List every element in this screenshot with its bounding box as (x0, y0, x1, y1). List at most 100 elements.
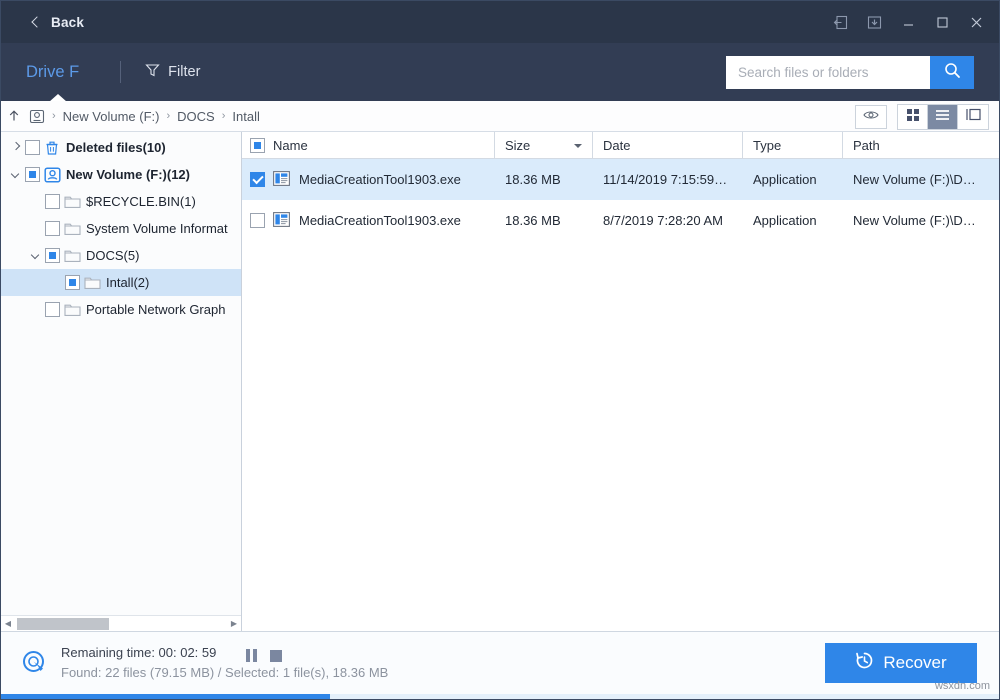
tree-node[interactable]: DOCS(5) (1, 242, 241, 269)
scrollbar-thumb[interactable] (17, 618, 109, 630)
tree-node-label: $RECYCLE.BIN(1) (84, 194, 196, 209)
maximize-icon[interactable] (925, 5, 959, 39)
list-view-button[interactable] (928, 105, 958, 129)
breadcrumb-item-1[interactable]: DOCS (177, 109, 215, 124)
arrow-up-icon[interactable] (1, 109, 27, 123)
row-checkbox[interactable] (45, 194, 60, 209)
remaining-time-label: Remaining time: 00: 02: 59 (61, 643, 388, 663)
grid-view-button[interactable] (898, 105, 928, 129)
column-header-path[interactable]: Path (843, 132, 999, 158)
tree-horizontal-scrollbar[interactable]: ◀ ▶ (1, 615, 241, 631)
file-list-rows[interactable]: MediaCreationTool1903.exe18.36 MB11/14/2… (242, 159, 999, 241)
app-window: Back Drive F (0, 0, 1000, 700)
row-checkbox[interactable] (250, 213, 265, 228)
download-box-icon[interactable] (857, 5, 891, 39)
column-header-label: Path (853, 138, 880, 153)
column-header-type[interactable]: Type (743, 132, 843, 158)
window-controls (823, 5, 993, 39)
search-input[interactable] (726, 56, 930, 89)
column-header-label: Date (603, 138, 630, 153)
back-button-label: Back (51, 15, 84, 30)
breadcrumb-item-0[interactable]: New Volume (F:) (63, 109, 160, 124)
breadcrumb-item-2[interactable]: Intall (232, 109, 259, 124)
drive-icon (40, 167, 64, 183)
row-checkbox[interactable] (45, 302, 60, 317)
detail-view-button[interactable] (958, 105, 988, 129)
application-file-icon (273, 171, 290, 189)
main-body: Deleted files(10) New Volume (F:)(12) $REC… (1, 132, 999, 631)
pause-icon[interactable] (246, 649, 257, 662)
file-name-label: MediaCreationTool1903.exe (290, 213, 461, 228)
row-checkbox[interactable] (250, 172, 265, 187)
recover-button[interactable]: Recover (825, 643, 977, 683)
row-checkbox[interactable] (65, 275, 80, 290)
collapse-arrow-icon[interactable] (7, 170, 25, 179)
preview-toggle-button[interactable] (855, 105, 887, 129)
row-checkbox[interactable] (45, 248, 60, 263)
row-checkbox[interactable] (25, 140, 40, 155)
cell-type: Application (743, 213, 843, 228)
collapse-arrow-icon[interactable] (27, 251, 45, 260)
breadcrumb-separator: › (52, 110, 56, 122)
folder-icon (60, 222, 84, 236)
scrollbar-track[interactable] (15, 617, 227, 631)
cell-path: New Volume (F:)\D… (843, 172, 999, 187)
file-list-panel: Name Size Date Type Path MediaCreationTool19… (242, 132, 999, 631)
scroll-right-icon[interactable]: ▶ (227, 619, 241, 628)
scan-magnifier-icon (21, 649, 49, 677)
stop-icon[interactable] (270, 650, 282, 662)
tree-node-label: Intall(2) (104, 275, 149, 290)
login-icon[interactable] (823, 5, 857, 39)
cell-name[interactable]: MediaCreationTool1903.exe (242, 212, 495, 230)
title-bar: Back (1, 1, 999, 43)
toolbar-divider (120, 61, 121, 83)
status-text-block: Remaining time: 00: 02: 59 Found: 22 fil… (61, 643, 388, 683)
tree-node[interactable]: Deleted files(10) (1, 134, 241, 161)
scan-progress-fill (1, 694, 330, 699)
eye-icon (863, 108, 879, 126)
tree-node-label: New Volume (F:)(12) (64, 167, 190, 182)
toolbar: Drive F Filter (1, 43, 999, 101)
tab-drive-f[interactable]: Drive F (26, 63, 79, 82)
cell-size: 18.36 MB (495, 213, 593, 228)
tree-node[interactable]: Portable Network Graph (1, 296, 241, 323)
minimize-icon[interactable] (891, 5, 925, 39)
cell-size: 18.36 MB (495, 172, 593, 187)
table-row[interactable]: MediaCreationTool1903.exe18.36 MB8/7/201… (242, 200, 999, 241)
search-button[interactable] (930, 56, 974, 89)
folder-icon (60, 303, 84, 317)
folder-tree[interactable]: Deleted files(10) New Volume (F:)(12) $REC… (1, 132, 241, 615)
list-icon (935, 108, 950, 126)
column-header-label: Size (505, 138, 530, 153)
row-checkbox[interactable] (45, 221, 60, 236)
chevron-left-icon (29, 16, 42, 29)
expand-arrow-icon[interactable] (7, 143, 25, 152)
tree-node[interactable]: System Volume Informat (1, 215, 241, 242)
row-checkbox[interactable] (25, 167, 40, 182)
tree-node[interactable]: Intall(2) (1, 269, 241, 296)
restore-clock-icon (855, 651, 874, 675)
trash-icon (40, 140, 64, 156)
close-icon[interactable] (959, 5, 993, 39)
tree-node[interactable]: $RECYCLE.BIN(1) (1, 188, 241, 215)
column-header-date[interactable]: Date (593, 132, 743, 158)
cell-name[interactable]: MediaCreationTool1903.exe (242, 171, 495, 189)
scroll-left-icon[interactable]: ◀ (1, 619, 15, 628)
tree-node-label: Deleted files(10) (64, 140, 166, 155)
sort-descending-icon (574, 144, 582, 148)
breadcrumb-separator: › (222, 110, 226, 122)
layout-mode-group (897, 104, 989, 130)
filter-button[interactable]: Filter (145, 63, 200, 81)
file-list-header: Name Size Date Type Path (242, 132, 999, 159)
breadcrumb-drive-icon[interactable] (29, 109, 45, 124)
cell-type: Application (743, 172, 843, 187)
row-checkbox[interactable] (250, 138, 265, 153)
tree-node[interactable]: New Volume (F:)(12) (1, 161, 241, 188)
cell-date: 11/14/2019 7:15:59… (593, 172, 743, 187)
breadcrumb-bar: › New Volume (F:) › DOCS › Intall (1, 101, 999, 132)
scan-progress-bar (1, 694, 999, 699)
table-row[interactable]: MediaCreationTool1903.exe18.36 MB11/14/2… (242, 159, 999, 200)
column-header-name[interactable]: Name (242, 132, 495, 158)
column-header-size[interactable]: Size (495, 132, 593, 158)
back-button[interactable]: Back (29, 15, 84, 30)
